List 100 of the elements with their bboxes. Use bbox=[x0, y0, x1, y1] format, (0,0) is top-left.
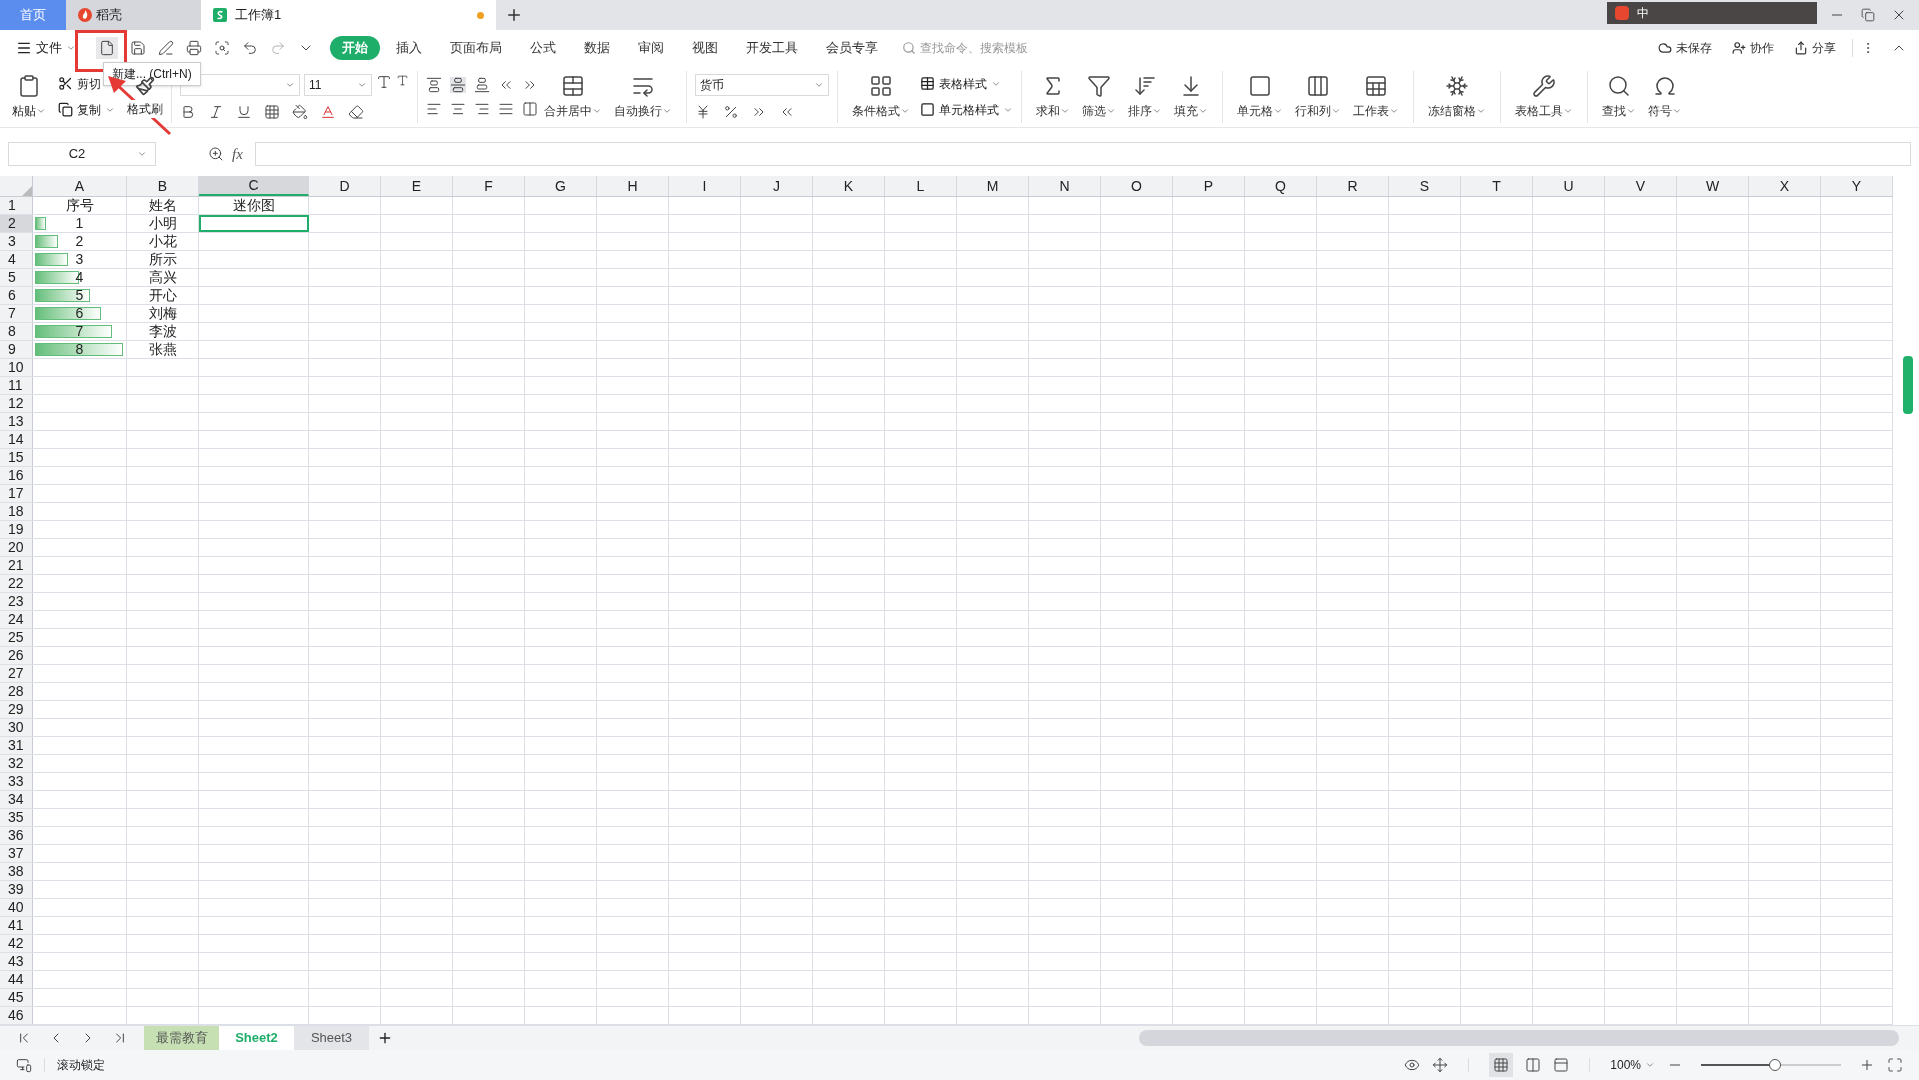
row-header[interactable]: 37 bbox=[0, 845, 33, 862]
new-file-icon[interactable] bbox=[99, 40, 115, 56]
ribbon-tab[interactable]: 插入 bbox=[384, 36, 434, 60]
eraser-icon[interactable] bbox=[348, 103, 364, 120]
column-header[interactable]: G bbox=[525, 176, 597, 196]
column-header[interactable]: H bbox=[597, 176, 669, 196]
font-color-icon[interactable] bbox=[320, 103, 336, 120]
row-header[interactable]: 31 bbox=[0, 737, 33, 754]
clipboard-icon[interactable] bbox=[17, 73, 41, 98]
row-header[interactable]: 45 bbox=[0, 989, 33, 1006]
row-header[interactable]: 24 bbox=[0, 611, 33, 628]
row-header[interactable]: 25 bbox=[0, 629, 33, 646]
row-header[interactable]: 13 bbox=[0, 413, 33, 430]
row-header[interactable]: 15 bbox=[0, 449, 33, 466]
print-preview-icon[interactable] bbox=[214, 40, 230, 56]
row-header[interactable]: 8 bbox=[0, 323, 33, 340]
find-button[interactable]: 符号 bbox=[1642, 73, 1688, 120]
decrease-font-icon[interactable] bbox=[396, 73, 409, 87]
row-header[interactable]: 20 bbox=[0, 539, 33, 556]
row-header[interactable]: 2 bbox=[0, 215, 33, 232]
header-action[interactable]: 未保存 bbox=[1650, 39, 1720, 57]
column-header[interactable]: Q bbox=[1245, 176, 1317, 196]
row-header[interactable]: 9 bbox=[0, 341, 33, 358]
reading-view-icon[interactable] bbox=[1553, 1057, 1570, 1073]
row-header[interactable]: 33 bbox=[0, 773, 33, 790]
column-header[interactable]: W bbox=[1677, 176, 1749, 196]
freeze-panes-icon[interactable] bbox=[1445, 73, 1469, 98]
row-header[interactable]: 14 bbox=[0, 431, 33, 448]
row-header[interactable]: 18 bbox=[0, 503, 33, 520]
table-tools-button[interactable]: 表格工具 bbox=[1509, 73, 1579, 120]
column-header[interactable]: K bbox=[813, 176, 885, 196]
row-header[interactable]: 11 bbox=[0, 377, 33, 394]
document-tab[interactable]: 稻壳 bbox=[66, 0, 201, 30]
percent-icon[interactable] bbox=[723, 103, 739, 120]
ribbon-tab[interactable]: 视图 bbox=[680, 36, 730, 60]
column-header[interactable]: R bbox=[1317, 176, 1389, 196]
horizontal-scrollbar[interactable] bbox=[1139, 1030, 1899, 1046]
row-header[interactable]: 6 bbox=[0, 287, 33, 304]
table-tools-icon[interactable] bbox=[1532, 73, 1556, 98]
row-header[interactable]: 42 bbox=[0, 935, 33, 952]
row-header[interactable]: 30 bbox=[0, 719, 33, 736]
macro-icon[interactable] bbox=[16, 1057, 32, 1073]
eye-icon[interactable] bbox=[1404, 1057, 1421, 1073]
row-header[interactable]: 39 bbox=[0, 881, 33, 898]
function-label[interactable]: fx bbox=[232, 142, 243, 166]
restore-icon[interactable] bbox=[1861, 8, 1875, 22]
print-icon[interactable] bbox=[186, 40, 202, 56]
active-cell[interactable] bbox=[199, 215, 309, 232]
ribbon-tab[interactable]: 会员专享 bbox=[814, 36, 890, 60]
ribbon-tab[interactable]: 审阅 bbox=[626, 36, 676, 60]
cells-button[interactable]: 行和列 bbox=[1289, 73, 1347, 120]
cell-style-button[interactable]: 单元格样式 bbox=[920, 100, 1013, 119]
align-bottom-icon[interactable] bbox=[474, 76, 490, 93]
row-header[interactable]: 12 bbox=[0, 395, 33, 412]
row-header[interactable]: 5 bbox=[0, 269, 33, 286]
merge-center-icon[interactable] bbox=[561, 73, 585, 98]
row-header[interactable]: 38 bbox=[0, 863, 33, 880]
row-header[interactable]: 1 bbox=[0, 197, 33, 214]
save-icon[interactable] bbox=[130, 40, 146, 56]
column-header[interactable]: J bbox=[741, 176, 813, 196]
header-action[interactable]: 分享 bbox=[1786, 39, 1844, 57]
column-header[interactable]: E bbox=[381, 176, 453, 196]
fill-color-icon[interactable] bbox=[292, 103, 308, 120]
conditional-format-icon[interactable] bbox=[869, 73, 893, 98]
column-header[interactable]: X bbox=[1749, 176, 1821, 196]
column-header[interactable]: T bbox=[1461, 176, 1533, 196]
name-box[interactable]: C2 bbox=[8, 142, 156, 166]
conditional-format-button[interactable]: 条件格式 bbox=[846, 73, 916, 120]
row-header[interactable]: 41 bbox=[0, 917, 33, 934]
cells-button[interactable]: 单元格 bbox=[1231, 73, 1289, 120]
sheet-tab[interactable]: 最需教育 bbox=[144, 1026, 219, 1050]
ribbon-tab[interactable]: 数据 bbox=[572, 36, 622, 60]
file-menu[interactable]: 文件 bbox=[12, 38, 80, 58]
ribbon-tab[interactable]: 公式 bbox=[518, 36, 568, 60]
column-header[interactable]: P bbox=[1173, 176, 1245, 196]
ribbon-tab[interactable]: 页面布局 bbox=[438, 36, 514, 60]
row-header[interactable]: 22 bbox=[0, 575, 33, 592]
undo-icon[interactable] bbox=[242, 40, 258, 56]
distribute-icon[interactable] bbox=[522, 100, 538, 117]
row-header[interactable]: 21 bbox=[0, 557, 33, 574]
vertical-scrollbar[interactable] bbox=[1903, 356, 1913, 414]
row-header[interactable]: 19 bbox=[0, 521, 33, 538]
row-header[interactable]: 29 bbox=[0, 701, 33, 718]
merge-center-button[interactable]: 合并居中 bbox=[538, 73, 608, 120]
zoom-level-label[interactable]: 100% bbox=[1610, 1056, 1655, 1074]
ribbon-tab[interactable]: 开发工具 bbox=[734, 36, 810, 60]
row-header[interactable]: 43 bbox=[0, 953, 33, 970]
row-header[interactable]: 26 bbox=[0, 647, 33, 664]
column-header[interactable]: V bbox=[1605, 176, 1677, 196]
row-header[interactable]: 32 bbox=[0, 755, 33, 772]
column-header[interactable]: F bbox=[453, 176, 525, 196]
wrap-text-button[interactable]: 自动换行 bbox=[608, 73, 678, 120]
column-header[interactable]: S bbox=[1389, 176, 1461, 196]
header-action[interactable]: 协作 bbox=[1724, 39, 1782, 57]
find-button[interactable]: 查找 bbox=[1596, 73, 1642, 120]
document-tab[interactable]: 工作簿1 bbox=[201, 0, 496, 30]
cells-button[interactable]: 工作表 bbox=[1347, 73, 1405, 120]
column-header[interactable]: U bbox=[1533, 176, 1605, 196]
tool-button[interactable]: 填充 bbox=[1168, 73, 1214, 120]
row-header[interactable]: 17 bbox=[0, 485, 33, 502]
